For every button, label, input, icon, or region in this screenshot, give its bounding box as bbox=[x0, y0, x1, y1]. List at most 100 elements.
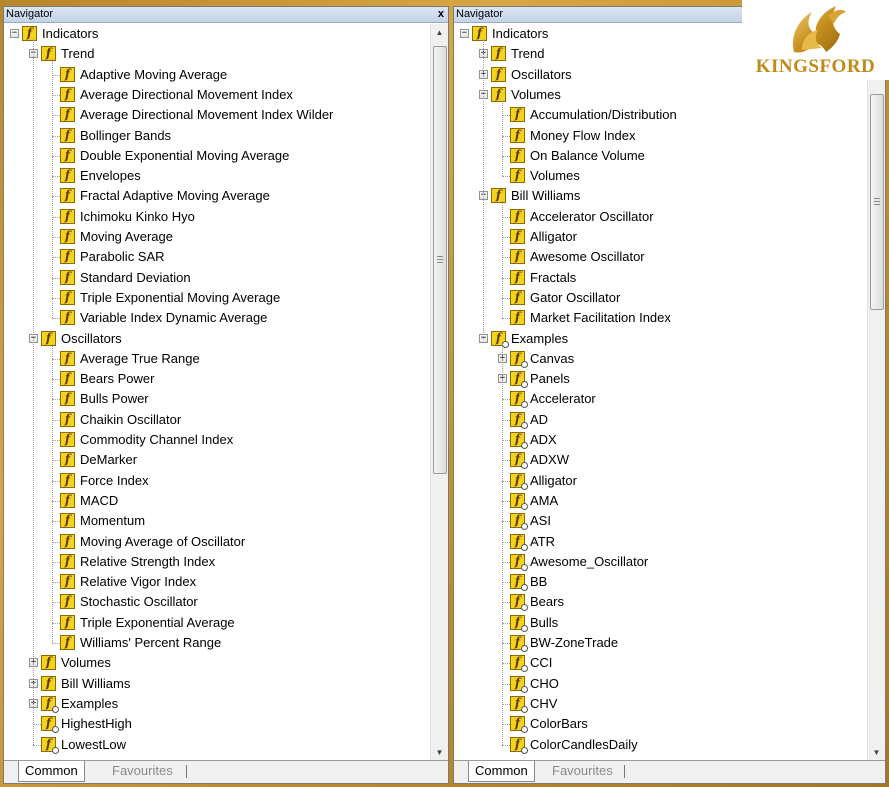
tree-item[interactable]: f Awesome Oscillator bbox=[454, 247, 867, 267]
tree-item[interactable]: f CHO bbox=[454, 674, 867, 694]
tree-item[interactable]: f AD bbox=[454, 410, 867, 430]
tree-item[interactable]: f HighestHigh bbox=[4, 714, 430, 734]
scroll-down-icon[interactable]: ▼ bbox=[868, 744, 885, 761]
close-icon[interactable]: x bbox=[438, 7, 444, 22]
tree-item[interactable]: f Triple Exponential Moving Average bbox=[4, 288, 430, 308]
tree-item[interactable]: f ASI bbox=[454, 511, 867, 531]
tree-item[interactable]: f On Balance Volume bbox=[454, 146, 867, 166]
tree-item[interactable]: f Bears bbox=[454, 592, 867, 612]
tree-item[interactable]: f Gator Oscillator bbox=[454, 288, 867, 308]
tree-item[interactable]: f Parabolic SAR bbox=[4, 247, 430, 267]
function-icon: f bbox=[60, 208, 75, 224]
tree-item[interactable]: f ATR bbox=[454, 532, 867, 552]
tree-item[interactable]: f Bollinger Bands bbox=[4, 126, 430, 146]
scroll-down-icon[interactable]: ▼ bbox=[431, 744, 448, 761]
tree-item[interactable]: + f Volumes bbox=[4, 653, 430, 673]
collapse-icon[interactable]: − bbox=[10, 29, 19, 38]
tree-item-label: CHO bbox=[530, 675, 559, 691]
tree-item[interactable]: f Accumulation/Distribution bbox=[454, 105, 867, 125]
function-icon: f bbox=[60, 66, 75, 82]
tree-item[interactable]: f Envelopes bbox=[4, 166, 430, 186]
tree-item[interactable]: + f Bill Williams bbox=[4, 674, 430, 694]
tree-item[interactable]: + f Canvas bbox=[454, 349, 867, 369]
function-icon: f bbox=[510, 229, 525, 244]
tree-item[interactable]: f Force Index bbox=[4, 471, 430, 491]
tree-item[interactable]: f LowestLow bbox=[4, 735, 430, 755]
tree-item-label: Panels bbox=[530, 371, 570, 387]
tree-item[interactable]: f Accelerator bbox=[454, 389, 867, 409]
tab-favourites[interactable]: Favourites bbox=[552, 761, 613, 781]
tree-item[interactable]: f Average True Range bbox=[4, 349, 430, 369]
custom-function-icon: f bbox=[510, 391, 528, 409]
tree-item-label: Accelerator bbox=[530, 391, 596, 407]
tree-item[interactable]: f Variable Index Dynamic Average bbox=[4, 308, 430, 328]
tree-item[interactable]: f Williams' Percent Range bbox=[4, 633, 430, 653]
tree-item[interactable]: f Relative Strength Index bbox=[4, 552, 430, 572]
tree-item[interactable]: f Market Facilitation Index bbox=[454, 308, 867, 328]
tree-item-label: ColorBars bbox=[530, 716, 588, 732]
tree-item[interactable]: f AMA bbox=[454, 491, 867, 511]
tree-item[interactable]: f BB bbox=[454, 572, 867, 592]
tree-item[interactable]: f Average Directional Movement Index bbox=[4, 85, 430, 105]
tree-item[interactable]: f MACD bbox=[4, 491, 430, 511]
tree-item[interactable]: f ColorCandlesDaily bbox=[454, 735, 867, 755]
tree-item[interactable]: f Moving Average of Oscillator bbox=[4, 532, 430, 552]
tree-item[interactable]: f Awesome_Oscillator bbox=[454, 552, 867, 572]
collapse-icon[interactable]: − bbox=[460, 29, 469, 38]
tab-bar: Common Favourites bbox=[4, 760, 448, 783]
tree-item[interactable]: f Alligator bbox=[454, 471, 867, 491]
tree-item[interactable]: − f Examples bbox=[454, 329, 867, 349]
tree-item[interactable]: − f Indicators bbox=[4, 24, 430, 44]
tree-item-label: Volumes bbox=[61, 655, 111, 671]
tree-item[interactable]: + f Examples bbox=[4, 694, 430, 714]
tree-item[interactable]: − f Bill Williams bbox=[454, 186, 867, 206]
tree-item[interactable]: f Alligator bbox=[454, 227, 867, 247]
tab-common[interactable]: Common bbox=[468, 761, 535, 782]
tree-item[interactable]: f Triple Exponential Average bbox=[4, 613, 430, 633]
tree-item[interactable]: f Accelerator Oscillator bbox=[454, 207, 867, 227]
tree-item[interactable]: f Stochastic Oscillator bbox=[4, 592, 430, 612]
tree-item[interactable]: f Momentum bbox=[4, 511, 430, 531]
scroll-up-icon[interactable]: ▲ bbox=[431, 24, 448, 41]
tree-item[interactable]: f Fractal Adaptive Moving Average bbox=[4, 186, 430, 206]
tree-item[interactable]: f Relative Vigor Index bbox=[4, 572, 430, 592]
tree-item[interactable]: f ADXW bbox=[454, 450, 867, 470]
tree-item[interactable]: f BW-ZoneTrade bbox=[454, 633, 867, 653]
tab-favourites[interactable]: Favourites bbox=[112, 761, 173, 781]
function-icon: f bbox=[60, 127, 75, 143]
tree-item[interactable]: f DeMarker bbox=[4, 450, 430, 470]
tree-item[interactable]: f CCI bbox=[454, 653, 867, 673]
tree-item[interactable]: f Bears Power bbox=[4, 369, 430, 389]
tree-item[interactable]: f Average Directional Movement Index Wild… bbox=[4, 105, 430, 125]
tree-item[interactable]: f Money Flow Index bbox=[454, 126, 867, 146]
custom-function-icon: f bbox=[510, 736, 528, 754]
tab-common[interactable]: Common bbox=[18, 761, 85, 782]
tree-item-label: DeMarker bbox=[80, 452, 138, 468]
tree-item-label: Oscillators bbox=[511, 66, 572, 82]
tree-item[interactable]: f Bulls Power bbox=[4, 389, 430, 409]
tree-item-label: Average Directional Movement Index bbox=[80, 86, 293, 102]
tree-item[interactable]: f Moving Average bbox=[4, 227, 430, 247]
tree-item[interactable]: f Chaikin Oscillator bbox=[4, 410, 430, 430]
vertical-scrollbar[interactable]: ▲ ▼ bbox=[867, 24, 885, 761]
tree-item[interactable]: − f Volumes bbox=[454, 85, 867, 105]
tree-item[interactable]: f Commodity Channel Index bbox=[4, 430, 430, 450]
tree-item[interactable]: − f Trend bbox=[4, 44, 430, 64]
scroll-thumb[interactable] bbox=[870, 94, 884, 310]
tree-item[interactable]: f Volumes bbox=[454, 166, 867, 186]
tree-item[interactable]: f Bulls bbox=[454, 613, 867, 633]
tree-item[interactable]: f ADX bbox=[454, 430, 867, 450]
scroll-thumb[interactable] bbox=[433, 46, 447, 474]
tree-item[interactable]: f Ichimoku Kinko Hyo bbox=[4, 207, 430, 227]
tree-item[interactable]: f ColorBars bbox=[454, 714, 867, 734]
tree-item[interactable]: + f Panels bbox=[454, 369, 867, 389]
tree-item[interactable]: − f Oscillators bbox=[4, 329, 430, 349]
tree-item[interactable]: f Fractals bbox=[454, 268, 867, 288]
tree-item[interactable]: f Adaptive Moving Average bbox=[4, 65, 430, 85]
tree-item[interactable]: f Standard Deviation bbox=[4, 268, 430, 288]
vertical-scrollbar[interactable]: ▲ ▼ bbox=[430, 24, 448, 761]
tab-separator bbox=[186, 765, 187, 778]
function-icon: f bbox=[60, 533, 75, 549]
tree-item[interactable]: f Double Exponential Moving Average bbox=[4, 146, 430, 166]
tree-item[interactable]: f CHV bbox=[454, 694, 867, 714]
